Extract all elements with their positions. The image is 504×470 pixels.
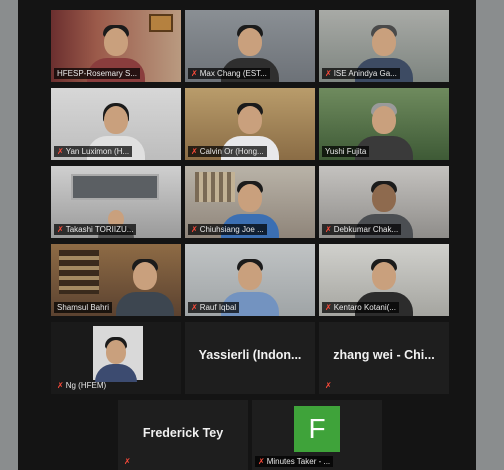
mute-icon: ✗ xyxy=(325,302,332,312)
participant-name: Yushi Fujita xyxy=(322,146,370,157)
mute-icon: ✗ xyxy=(258,456,265,466)
mute-icon: ✗ xyxy=(57,146,64,156)
participant-tile[interactable]: Yushi Fujita xyxy=(319,88,449,160)
participant-tile[interactable]: ✗ ISE Anindya Ga... xyxy=(319,10,449,82)
participant-tile[interactable]: ✗ Kentaro Kotani(... xyxy=(319,244,449,316)
participant-name: ✗ Chiuhsiang Joe ... xyxy=(188,224,267,235)
participant-tile[interactable]: ✗ Rauf Iqbal xyxy=(185,244,315,316)
participant-name: ✗ ISE Anindya Ga... xyxy=(322,68,400,79)
participant-name: Shamsul Bahri xyxy=(54,302,113,313)
participant-tile[interactable]: zhang wei - Chi... ✗ xyxy=(319,322,449,394)
participant-name: ✗ Max Chang (EST... xyxy=(188,68,270,79)
avatar: F xyxy=(294,406,340,452)
participant-tile[interactable]: ✗ Takashi TORIIZU... xyxy=(51,166,181,238)
participant-tile[interactable]: ✗ Chiuhsiang Joe ... xyxy=(185,166,315,238)
participant-name: Frederick Tey xyxy=(142,426,224,440)
participant-name: ✗ Debkumar Chak... xyxy=(322,224,402,235)
video-grid: HFESP-Rosemary S... ✗ Max Chang (EST... ✗… xyxy=(18,0,476,470)
participant-tile[interactable]: ✗ Ng (HFEM) xyxy=(51,322,181,394)
participant-name: zhang wei - Chi... xyxy=(333,348,435,362)
mute-icon: ✗ xyxy=(57,224,64,234)
participant-name: ✗ Minutes Taker - ... xyxy=(255,456,334,467)
participant-tile[interactable]: Frederick Tey ✗ xyxy=(118,400,248,470)
participant-name: HFESP-Rosemary S... xyxy=(54,68,141,79)
participant-name: ✗ Takashi TORIIZU... xyxy=(54,224,137,235)
participant-tile[interactable]: ✗ Calvin Or (Hong... xyxy=(185,88,315,160)
participant-name: ✗ Yan Luximon (H... xyxy=(54,146,133,157)
mute-icon: ✗ xyxy=(57,380,64,390)
participant-tile[interactable]: ✗ Max Chang (EST... xyxy=(185,10,315,82)
participant-tile[interactable]: Yassierli (Indon... xyxy=(185,322,315,394)
participant-name: ✗ Kentaro Kotani(... xyxy=(322,302,399,313)
mute-icon: ✗ xyxy=(325,224,332,234)
participant-name: Yassierli (Indon... xyxy=(198,348,302,362)
participant-tile[interactable]: HFESP-Rosemary S... xyxy=(51,10,181,82)
mute-icon: ✗ xyxy=(191,224,198,234)
participant-tile[interactable]: F ✗ Minutes Taker - ... xyxy=(252,400,382,470)
mute-icon: ✗ xyxy=(191,302,198,312)
mute-icon: ✗ xyxy=(124,457,131,466)
participant-tile[interactable]: ✗ Debkumar Chak... xyxy=(319,166,449,238)
mute-icon: ✗ xyxy=(325,68,332,78)
participant-name: ✗ Ng (HFEM) xyxy=(57,380,107,390)
mute-icon: ✗ xyxy=(191,68,198,78)
participant-tile[interactable]: Shamsul Bahri xyxy=(51,244,181,316)
participant-tile[interactable]: ✗ Yan Luximon (H... xyxy=(51,88,181,160)
participant-name: ✗ Calvin Or (Hong... xyxy=(188,146,267,157)
participant-name: ✗ Rauf Iqbal xyxy=(188,302,240,313)
mute-icon: ✗ xyxy=(325,381,332,390)
mute-icon: ✗ xyxy=(191,146,198,156)
